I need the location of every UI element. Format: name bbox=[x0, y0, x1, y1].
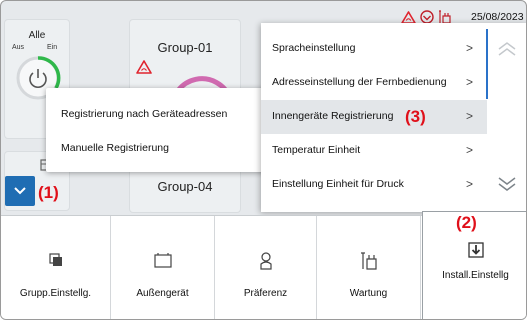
menu-item-label: Einstellung Einheit für Druck bbox=[272, 178, 404, 190]
chevron-right-icon: > bbox=[466, 143, 474, 157]
callout-2: (2) bbox=[456, 213, 477, 232]
group-warning-icon bbox=[136, 60, 152, 74]
popup-item-address-registration[interactable]: Registrierung nach Geräteadressen bbox=[61, 108, 227, 120]
scroll-up-icon[interactable] bbox=[497, 41, 517, 57]
nav-outdoor-unit[interactable]: Außengerät bbox=[111, 216, 215, 319]
menu-item-language[interactable]: Spracheinstellung > bbox=[261, 32, 487, 66]
menu-item-indoor-registration[interactable]: Innengeräte Registrierung > bbox=[261, 100, 487, 134]
status-icons bbox=[401, 10, 452, 24]
all-units-title: Alle bbox=[28, 30, 46, 41]
install-settings-menu: Spracheinstellung > Adresseinstellung de… bbox=[261, 23, 526, 212]
preference-icon bbox=[259, 252, 272, 270]
all-on-label: Ein bbox=[47, 44, 58, 51]
menu-toggle-button[interactable] bbox=[5, 176, 35, 206]
menu-item-label: Spracheinstellung bbox=[272, 42, 356, 54]
warning-icon[interactable] bbox=[401, 10, 416, 24]
scroll-down-icon[interactable] bbox=[497, 176, 517, 192]
nav-maintenance[interactable]: Wartung bbox=[317, 216, 421, 319]
group-settings-icon bbox=[48, 253, 62, 266]
menu-item-label: Temperatur Einheit bbox=[272, 144, 361, 156]
nav-preference[interactable]: Präferenz bbox=[215, 216, 317, 319]
registration-popup: Registrierung nach Geräteadressen Manuel… bbox=[46, 88, 274, 172]
nav-label: Grupp.Einstellg. bbox=[19, 288, 92, 299]
maintenance-icon bbox=[360, 252, 377, 270]
install-settings-icon bbox=[467, 242, 484, 258]
chevron-down-icon bbox=[14, 187, 26, 195]
group-name: Group-04 bbox=[157, 179, 213, 194]
chevron-right-icon: > bbox=[466, 177, 474, 191]
nav-group-settings[interactable]: Grupp.Einstellg. bbox=[1, 216, 111, 319]
callout-1: (1) bbox=[38, 183, 59, 202]
menu-item-remote-address[interactable]: Adresseinstellung der Fernbedienung > bbox=[261, 66, 487, 100]
menu-item-label: Adresseinstellung der Fernbedienung bbox=[272, 76, 447, 88]
group-name: Group-01 bbox=[157, 40, 213, 55]
menu-item-temperature-unit[interactable]: Temperatur Einheit > bbox=[261, 134, 487, 168]
nav-label: Install.Einstellg bbox=[442, 270, 509, 281]
nav-label: Außengerät bbox=[136, 288, 189, 299]
scrollbar[interactable] bbox=[486, 29, 488, 99]
chevron-right-icon: > bbox=[466, 109, 474, 123]
nav-label: Präferenz bbox=[243, 288, 288, 299]
callout-3: (3) bbox=[405, 107, 426, 126]
app-screen: 25/08/2023 Fr 11:21 AM Alle Aus Ein Grou… bbox=[0, 0, 527, 320]
chevron-right-icon: > bbox=[466, 75, 474, 89]
outdoor-unit-icon bbox=[153, 253, 172, 268]
wrench-icon bbox=[439, 10, 451, 24]
bottom-navigation: Grupp.Einstellg. Außengerät Präferenz Wa… bbox=[1, 211, 526, 319]
popup-item-manual-registration[interactable]: Manuelle Registrierung bbox=[61, 142, 169, 154]
all-off-label: Aus bbox=[12, 44, 25, 51]
chevron-right-icon: > bbox=[466, 41, 474, 55]
datetime-display: 25/08/2023 Fr 11:21 AM bbox=[471, 11, 526, 23]
menu-item-label: Innengeräte Registrierung bbox=[272, 110, 394, 122]
menu-item-pressure-unit[interactable]: Einstellung Einheit für Druck > bbox=[261, 168, 487, 202]
network-icon bbox=[420, 10, 434, 24]
nav-label: Wartung bbox=[349, 288, 388, 299]
